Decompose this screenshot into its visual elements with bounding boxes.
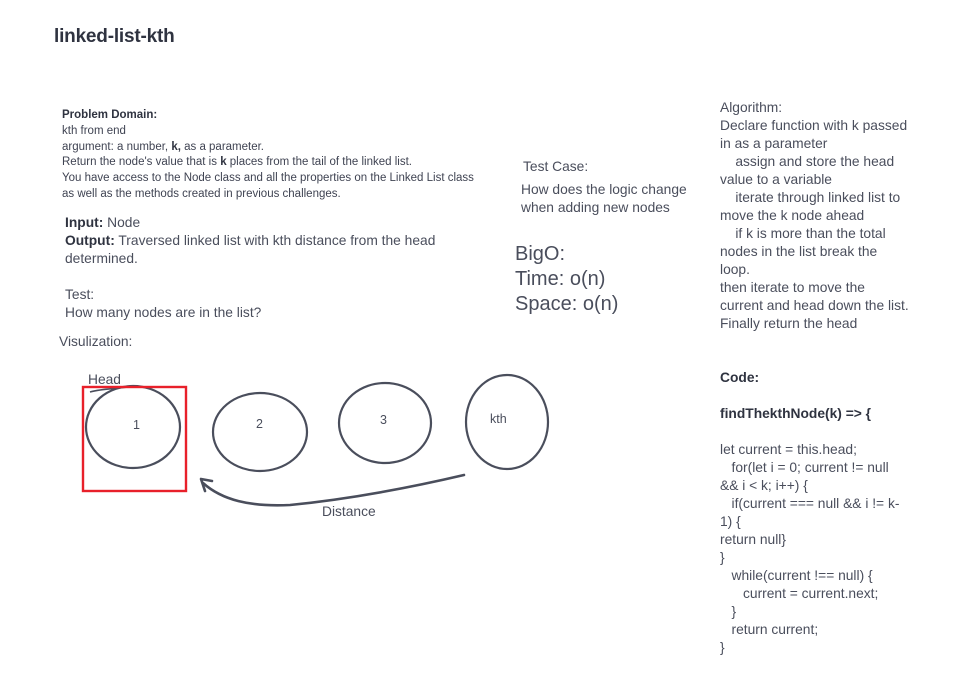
head-label: Head: [88, 372, 121, 387]
node-3-label: 3: [380, 413, 387, 427]
distance-label: Distance: [322, 504, 376, 519]
node-kth-circle: [464, 373, 550, 471]
node-2-label: 2: [256, 417, 263, 431]
linked-list-diagram: [81, 373, 550, 507]
node-kth-label: kth: [490, 412, 507, 426]
distance-arrow: [201, 473, 466, 507]
node-2-circle: [211, 391, 309, 473]
node-1-label: 1: [133, 418, 140, 432]
